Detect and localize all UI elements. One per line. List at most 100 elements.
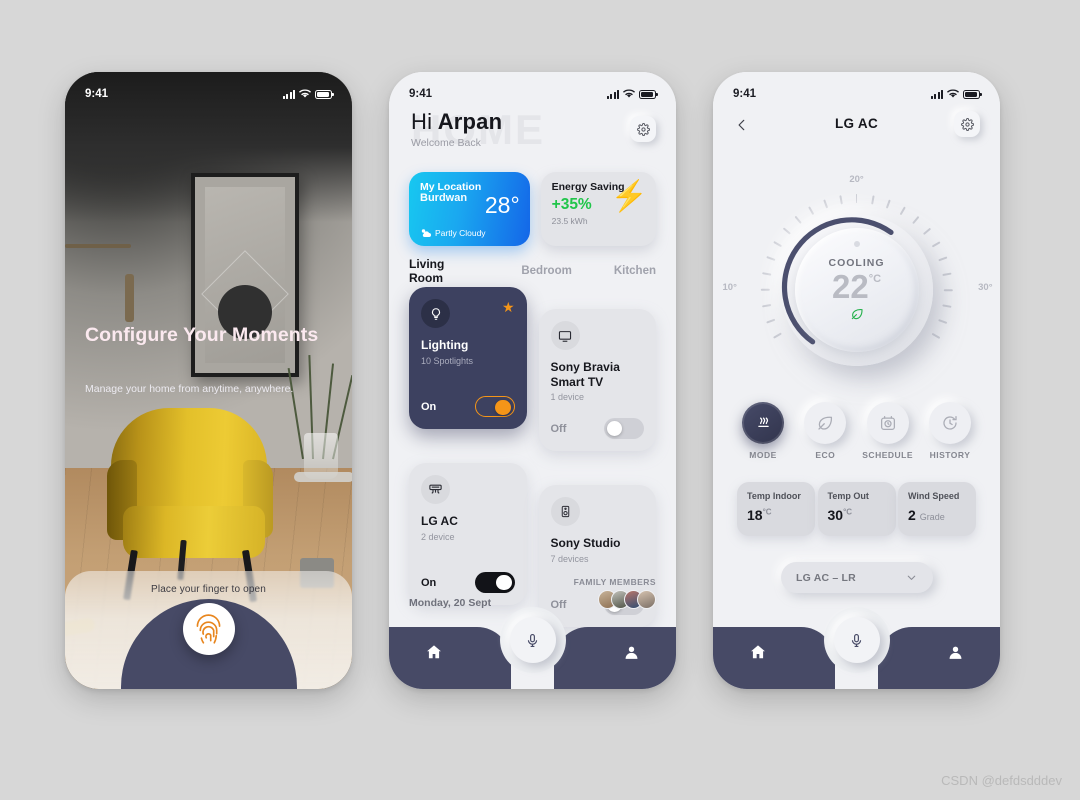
signal-bars-icon: [931, 89, 943, 99]
nav-home-button[interactable]: [425, 643, 443, 666]
greeting-block: Hi Arpan Welcome Back: [411, 109, 502, 149]
weather-condition: Partly Cloudy: [435, 228, 486, 238]
stat-value: 30: [827, 507, 844, 523]
nav-profile-button[interactable]: [623, 644, 640, 666]
energy-kwh: 23.5 kWh: [551, 216, 588, 226]
mode-label: HISTORY: [929, 450, 971, 460]
settings-button[interactable]: [954, 111, 980, 137]
microphone-icon: [527, 633, 538, 647]
nav-home-button[interactable]: [749, 643, 767, 666]
air-conditioner-icon: [421, 475, 450, 504]
nav-profile-button[interactable]: [947, 644, 964, 666]
dial-mode-text: COOLING: [828, 256, 885, 269]
device-name: Lighting: [421, 338, 469, 352]
mode-button-history[interactable]: HISTORY: [924, 402, 976, 460]
mode-buttons: MODE ECO SCHEDULE HISTORY: [737, 402, 976, 460]
room-tab-label: Living Room: [409, 257, 445, 285]
avatar[interactable]: [637, 590, 656, 609]
mode-label: ECO: [815, 450, 836, 460]
screenshot-canvas: 9:41 Configure Your Moments Manage your …: [0, 0, 1080, 800]
dial-label-left: 10°: [722, 282, 737, 293]
selected-device-label: LG AC – LR: [796, 571, 856, 584]
device-name: LG AC: [421, 514, 458, 528]
weather-temperature: 28°: [484, 192, 520, 218]
room-tab-bedroom[interactable]: Bedroom: [521, 265, 571, 277]
room-tab-living-room[interactable]: Living Room: [409, 257, 471, 294]
wifi-icon: [623, 89, 635, 98]
device-selector-dropdown[interactable]: LG AC – LR: [781, 562, 933, 593]
favorite-star-icon[interactable]: ★: [502, 299, 515, 316]
stat-cards: Temp Indoor 18°C Temp Out 30°C Wind Spee…: [737, 482, 976, 536]
voice-assistant-button[interactable]: [509, 617, 556, 663]
fingerprint-button[interactable]: [182, 603, 235, 655]
chevron-down-icon: [907, 575, 916, 580]
dial-inner-face: COOLING 22 °C: [794, 228, 919, 352]
welcome-text: Welcome Back: [411, 137, 481, 149]
battery-icon: [963, 89, 982, 99]
status-time: 9:41: [733, 88, 757, 100]
energy-card[interactable]: Energy Saving +35% 23.5 kWh ⚡: [540, 172, 656, 246]
device-card-lighting[interactable]: ★ Lighting 10 Spotlights On: [409, 287, 527, 429]
yellow-armchair: [101, 408, 277, 603]
mode-button-eco[interactable]: ECO: [799, 402, 851, 460]
mode-button-mode[interactable]: MODE: [737, 402, 789, 460]
device-toggle[interactable]: [604, 418, 644, 439]
dial-indicator-dot: [853, 241, 860, 247]
voice-assistant-button[interactable]: [833, 617, 880, 663]
mode-label: SCHEDULE: [862, 450, 914, 460]
lock-subtext: Manage your home from anytime, anywhere.: [85, 383, 294, 395]
phone-screen-lock: 9:41 Configure Your Moments Manage your …: [65, 72, 352, 689]
device-count: 1 device: [550, 392, 585, 403]
bottom-navigation: [713, 607, 1000, 689]
thermostat-dial[interactable]: 20° 10° 30° COOLING 22 °C: [723, 174, 993, 386]
fingerprint-icon: [196, 613, 221, 644]
wifi-icon: [947, 89, 959, 98]
stat-unit: °C: [762, 507, 772, 517]
status-bar: 9:41: [713, 72, 1000, 106]
stat-unit: Grade: [919, 512, 945, 522]
person-icon: [949, 646, 962, 659]
device-name: Sony Bravia Smart TV: [550, 360, 620, 389]
status-bar: 9:41: [389, 72, 676, 106]
wifi-icon: [299, 89, 311, 98]
leaf-icon: [850, 307, 864, 324]
dial-temperature-unit: °C: [868, 272, 882, 285]
stat-card-temp-indoor: Temp Indoor 18°C: [737, 482, 815, 536]
device-toggle[interactable]: [474, 396, 515, 417]
stat-value: 2: [908, 507, 916, 523]
person-icon: [625, 646, 638, 659]
signal-bars-icon: [607, 89, 619, 99]
room-tab-kitchen[interactable]: Kitchen: [614, 265, 656, 277]
battery-icon: [315, 89, 334, 99]
partly-cloudy-icon: [421, 229, 431, 237]
mode-button-schedule[interactable]: SCHEDULE: [862, 402, 914, 460]
lightning-bolt-icon: ⚡: [610, 180, 648, 213]
device-count: 2 device: [421, 531, 455, 542]
weather-card[interactable]: My Location Burdwan 28° Partly Cloudy: [409, 172, 530, 246]
stat-unit: °C: [843, 507, 853, 517]
voice-button-wrapper: [823, 607, 890, 673]
settings-button[interactable]: [630, 116, 656, 142]
gear-icon: [636, 122, 650, 136]
dial-label-right: 30°: [978, 282, 993, 293]
family-members[interactable]: FAMILY MEMBERS: [574, 577, 656, 609]
fingerprint-hint: Place your finger to open: [151, 584, 266, 595]
status-time: 9:41: [85, 88, 109, 100]
device-state: Off: [550, 422, 567, 435]
battery-icon: [639, 89, 658, 99]
phone-screen-home: 9:41 HOME Hi Arpan Welcome Back My Locat…: [389, 72, 676, 689]
device-name: Sony Studio: [550, 536, 621, 550]
phone-screen-ac-detail: 9:41 LG AC 20° 10° 30° COOLING 22 °C MOD…: [713, 72, 1000, 689]
current-date: Monday, 20 Sept: [409, 597, 492, 609]
device-count: 10 Spotlights: [421, 355, 474, 366]
detail-header: LG AC: [713, 110, 1000, 144]
leaf-icon: [804, 402, 847, 444]
mode-label: MODE: [749, 450, 777, 460]
gear-icon: [960, 117, 974, 131]
dial-label-top: 20°: [849, 174, 864, 185]
device-count: 7 devices: [550, 553, 589, 564]
room-photo-background: [65, 72, 352, 689]
device-card-sony-bravia-smart-tv[interactable]: Sony Bravia Smart TV 1 device Off: [538, 309, 656, 451]
summary-cards: My Location Burdwan 28° Partly Cloudy En…: [409, 172, 656, 246]
watermark-credit: CSDN @defdsdddev: [941, 773, 1062, 788]
